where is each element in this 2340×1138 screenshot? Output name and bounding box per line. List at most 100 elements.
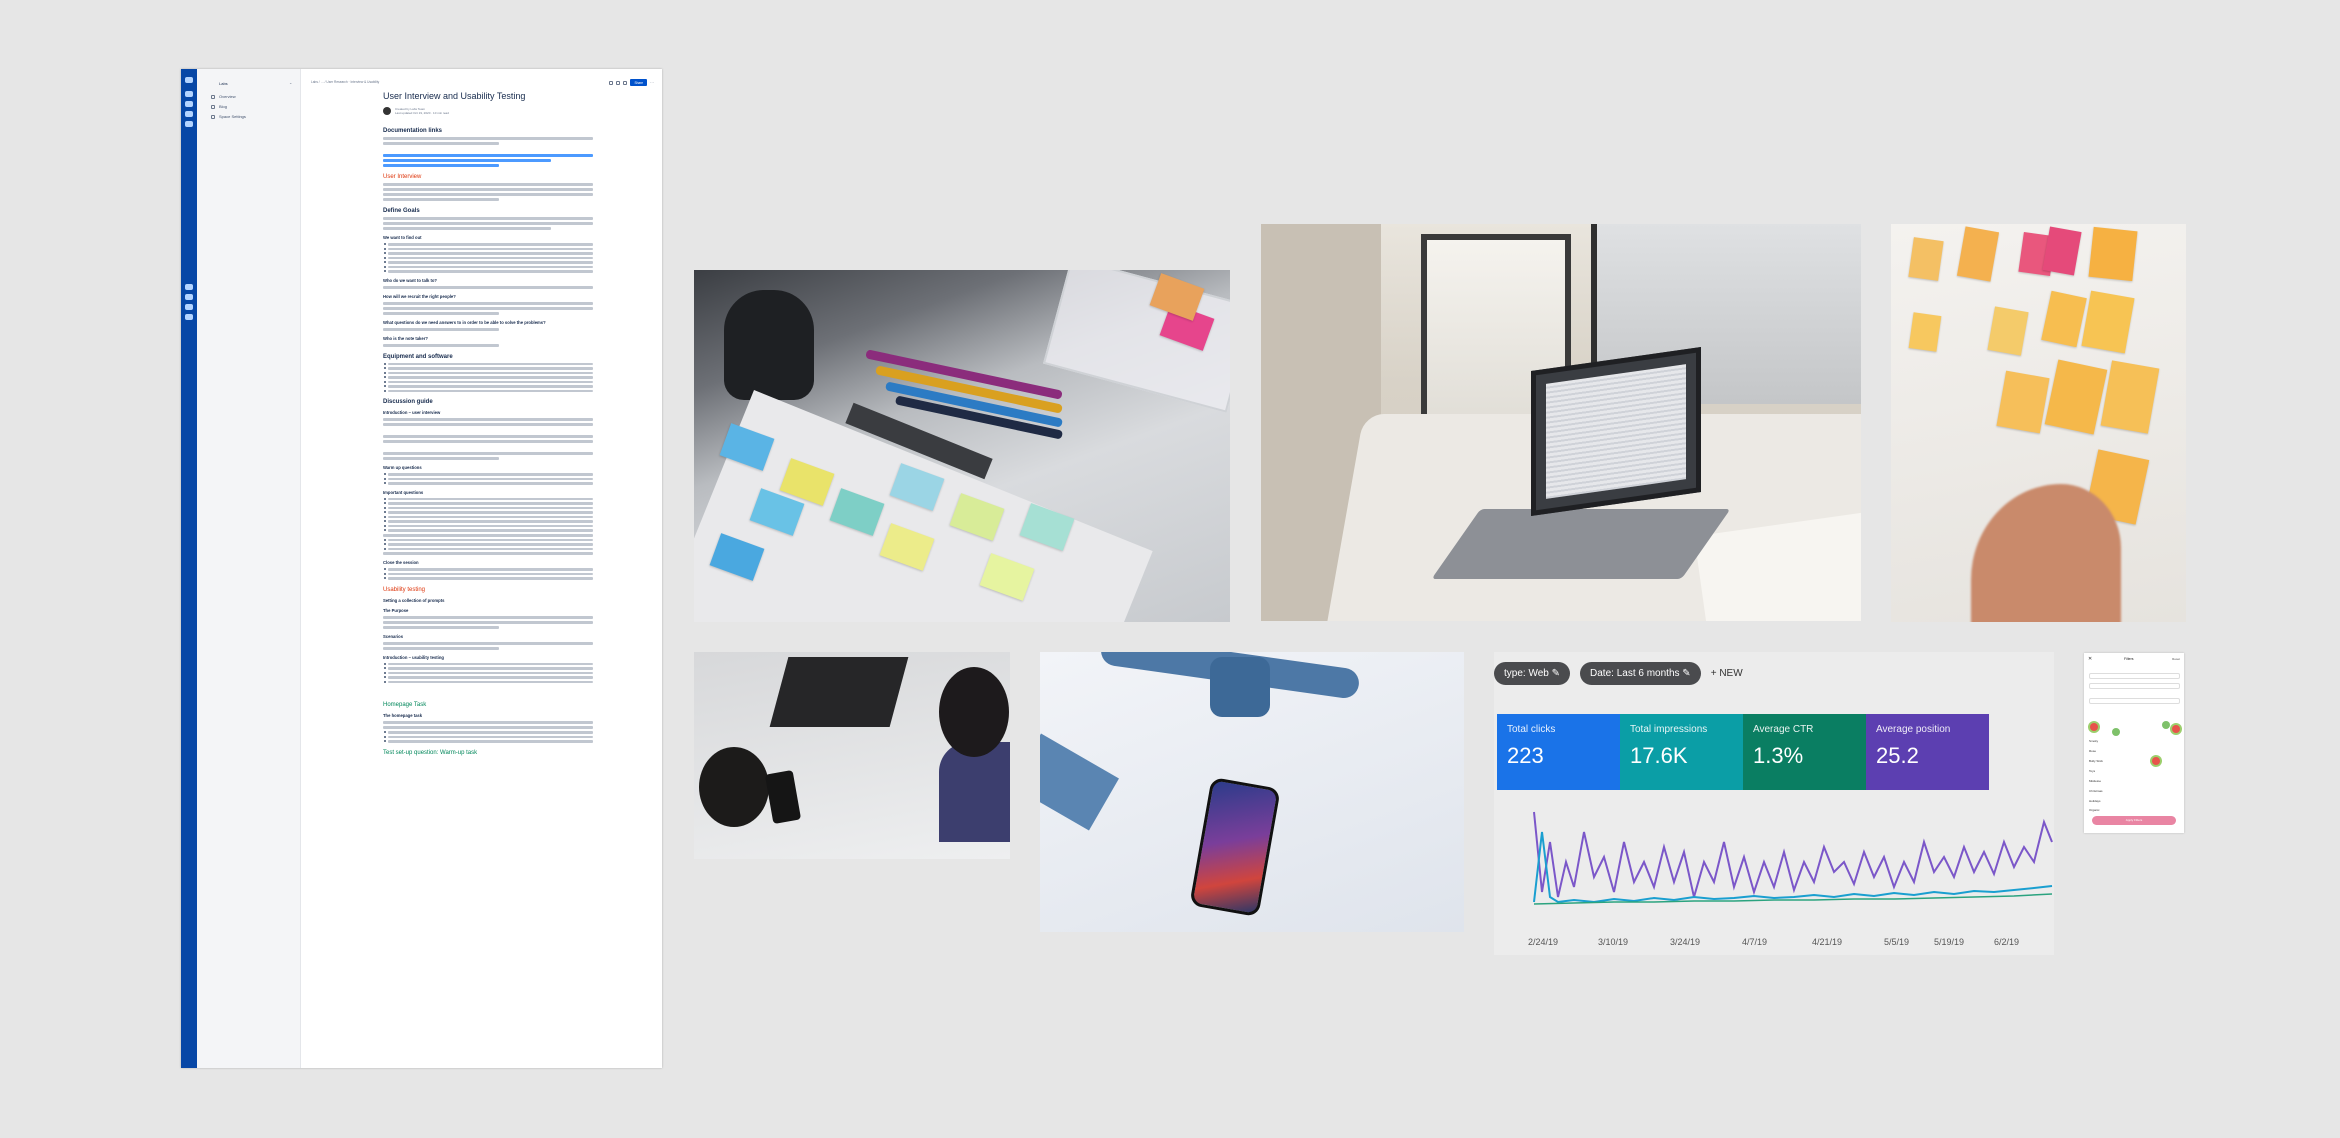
profile-icon[interactable]	[185, 314, 193, 320]
filter-row[interactable]: Smoky	[2089, 739, 2180, 744]
date-tick: 2/24/19	[1528, 937, 1559, 947]
star-icon[interactable]	[616, 80, 621, 85]
space-name[interactable]: Labs	[219, 81, 228, 86]
sticky-note	[2081, 290, 2135, 354]
heatmap-dot	[2162, 721, 2170, 729]
filter-row[interactable]: Mistletoe	[2089, 779, 2180, 784]
filter-row[interactable]: Organic	[2089, 808, 2180, 813]
gear-icon	[211, 115, 215, 119]
add-filter-button[interactable]: + NEW	[1711, 668, 1743, 679]
space-sidebar: Labs ⌄ Overview Blog Space Settings	[197, 69, 301, 1068]
watch-icon[interactable]	[623, 80, 628, 85]
filter-row[interactable]: Bully Stick	[2089, 759, 2180, 764]
doc-link[interactable]	[383, 164, 499, 167]
heatmap-dot	[2090, 723, 2098, 731]
subheading: Introduction – usability testing	[383, 654, 444, 660]
create-icon[interactable]	[185, 121, 193, 127]
sidebar-item-space-settings[interactable]: Space Settings	[211, 114, 246, 119]
subheading: Warm up questions	[383, 465, 422, 470]
sticky-note	[1908, 237, 1944, 281]
metric-card-impressions[interactable]: Total impressions 17.6K	[1620, 714, 1743, 790]
global-nav-rail	[181, 69, 197, 1068]
laptop-screen	[1531, 347, 1701, 516]
date-tick: 5/19/19	[1934, 937, 1965, 947]
subheading: We want to find out	[383, 235, 422, 240]
impressions-line	[1533, 811, 2053, 898]
subheading: Who is the note taker?	[383, 335, 428, 341]
date-tick: 5/5/19	[1884, 937, 1910, 947]
help-icon[interactable]	[185, 294, 193, 300]
metric-card-clicks[interactable]: Total clicks 223	[1497, 714, 1620, 790]
metric-cards: Total clicks 223 Total impressions 17.6K A…	[1497, 714, 1989, 790]
sticky-note	[2088, 226, 2138, 282]
close-icon[interactable]: ✕	[2088, 656, 2092, 662]
recent-icon[interactable]	[185, 101, 193, 107]
date-tick: 4/21/19	[1812, 937, 1843, 947]
filter-title: Filters	[2124, 657, 2134, 661]
photo-search-console-dashboard: type: Web ✎ Date: Last 6 months ✎ + NEW …	[1494, 652, 2054, 955]
home-icon[interactable]	[185, 91, 193, 97]
reset-button[interactable]: Reset	[2172, 657, 2180, 661]
subheading: The Purpose	[383, 607, 409, 613]
filter-row[interactable]: Toys	[2089, 769, 2180, 774]
subheading: Setting a collection of prompts	[383, 597, 445, 603]
clicks-line	[1533, 831, 2053, 904]
apply-filters-button[interactable]: Apply Filters	[2092, 816, 2176, 825]
laptop	[769, 657, 909, 727]
date-tick: 6/2/19	[1994, 937, 2020, 947]
overview-icon	[211, 95, 215, 99]
page-header-bar: Labs / … / User Research · Interview & U…	[311, 79, 654, 87]
page-body: Documentation links User Interview Defin…	[383, 121, 593, 759]
filter-chip-type[interactable]: type: Web ✎	[1494, 662, 1571, 685]
settings-icon[interactable]	[185, 304, 193, 310]
photo-phone-under-camera	[1040, 652, 1464, 932]
chevron-down-icon[interactable]: ⌄	[289, 80, 292, 85]
doc-link[interactable]	[383, 159, 551, 162]
doc-link[interactable]	[383, 154, 593, 157]
filter-row[interactable]: Christmas	[2089, 789, 2180, 794]
subheading: Introduction – user interview	[383, 410, 441, 415]
breadcrumb[interactable]: Labs / … / User Research · Interview & U…	[311, 80, 379, 84]
heading-discussion-guide: Discussion guide	[383, 399, 433, 405]
sticky-note	[1956, 226, 2000, 282]
sidebar-item-overview[interactable]: Overview	[211, 94, 236, 99]
date-tick: 3/10/19	[1598, 937, 1629, 947]
sidebar-item-blog[interactable]: Blog	[211, 104, 227, 109]
person-head	[699, 747, 769, 827]
photo-workshop-sticky-notes	[694, 270, 1230, 622]
metric-card-ctr[interactable]: Average CTR 1.3%	[1743, 714, 1866, 790]
heatmap-dot	[2172, 725, 2180, 733]
filter-row[interactable]: Rose	[2089, 749, 2180, 754]
share-button[interactable]: Share	[630, 79, 647, 86]
subheading: Scenarios	[383, 633, 404, 639]
sticky-note	[1987, 306, 2029, 356]
confluence-logo-icon[interactable]	[185, 77, 193, 83]
heading-define-goals: Define Goals	[383, 208, 420, 214]
date-tick: 3/24/19	[1670, 937, 1701, 947]
notifications-icon[interactable]	[185, 284, 193, 290]
avatar[interactable]	[383, 107, 391, 115]
dropdown[interactable]	[2089, 698, 2180, 704]
filter-row[interactable]: Holidays	[2089, 799, 2180, 804]
heading-warm-up-task: Test set-up question: Warm-up task	[383, 749, 478, 756]
edit-icon[interactable]	[609, 80, 614, 85]
page-title: User Interview and Usability Testing	[383, 91, 526, 101]
heading-equipment: Equipment and software	[383, 353, 453, 360]
metric-card-position[interactable]: Average position 25.2	[1866, 714, 1989, 790]
sticky-note	[2041, 290, 2087, 348]
search-field[interactable]	[2089, 683, 2180, 689]
stand-base	[1040, 733, 1119, 831]
search-field[interactable]	[2089, 673, 2180, 679]
filter-chip-date[interactable]: Date: Last 6 months ✎	[1580, 662, 1701, 685]
heatmap-dot	[2112, 728, 2120, 736]
mug	[724, 290, 814, 400]
date-tick: 4/7/19	[1742, 937, 1768, 947]
heading-user-interview: User Interview	[383, 174, 422, 180]
search-icon[interactable]	[185, 111, 193, 117]
date-axis: 2/24/19 3/10/19 3/24/19 4/7/19 4/21/19 5…	[1494, 937, 2054, 951]
photo-usability-session	[694, 652, 1010, 859]
performance-line-chart	[1533, 811, 2053, 905]
more-actions-button[interactable]: ···	[650, 80, 654, 85]
subheading: Close the session	[383, 560, 419, 565]
sticky-note	[1908, 312, 1942, 352]
